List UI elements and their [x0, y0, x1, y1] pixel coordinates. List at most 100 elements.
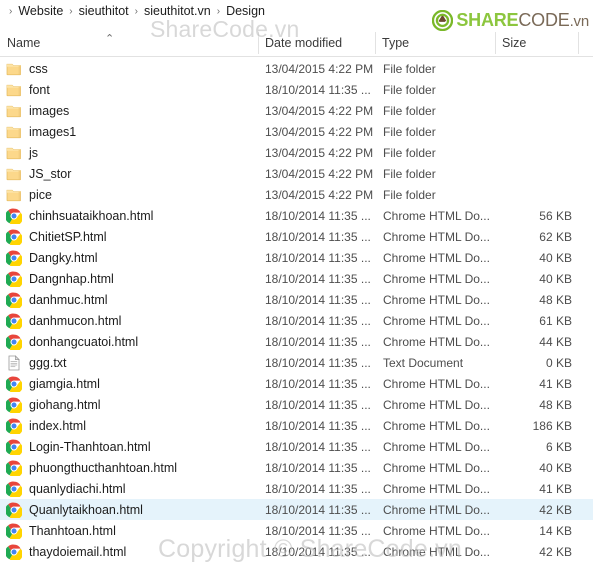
file-type-cell: Chrome HTML Do...	[383, 271, 490, 286]
file-name-label: Login-Thanhtoan.html	[29, 439, 151, 454]
file-name-cell[interactable]: phuongthucthanhtoan.html	[0, 457, 258, 478]
file-size-cell: 42 KB	[539, 502, 572, 517]
file-size-cell: 42 KB	[539, 544, 572, 559]
file-name-cell[interactable]: ggg.txt	[0, 352, 258, 373]
chrome-icon	[6, 271, 22, 287]
file-name-cell[interactable]: Login-Thanhtoan.html	[0, 436, 258, 457]
file-name-label: giamgia.html	[29, 376, 100, 391]
file-row[interactable]: chinhsuataikhoan.html 18/10/2014 11:35 ..…	[0, 205, 593, 226]
file-row[interactable]: Thanhtoan.html 18/10/2014 11:35 ... Chrome…	[0, 520, 593, 541]
file-row[interactable]: thaydoiemail.html 18/10/2014 11:35 ... Chr…	[0, 541, 593, 562]
file-row[interactable]: Login-Thanhtoan.html 18/10/2014 11:35 ...…	[0, 436, 593, 457]
file-row[interactable]: pice 13/04/2015 4:22 PM File folder	[0, 184, 593, 205]
file-name-cell[interactable]: giamgia.html	[0, 373, 258, 394]
file-name-cell[interactable]: font	[0, 79, 258, 100]
file-name-cell[interactable]: Dangky.html	[0, 247, 258, 268]
breadcrumb-item-design[interactable]: Design	[225, 0, 266, 23]
file-name-cell[interactable]: js	[0, 142, 258, 163]
folder-icon	[6, 63, 21, 75]
breadcrumb-item-website[interactable]: Website	[17, 0, 64, 23]
file-size-cell	[495, 163, 572, 184]
file-name-cell[interactable]: thaydoiemail.html	[0, 541, 258, 562]
file-name-cell[interactable]: Dangnhap.html	[0, 268, 258, 289]
file-name-cell[interactable]: quanlydiachi.html	[0, 478, 258, 499]
file-row[interactable]: danhmuc.html 18/10/2014 11:35 ... Chrome H…	[0, 289, 593, 310]
file-row[interactable]: css 13/04/2015 4:22 PM File folder	[0, 58, 593, 79]
file-size-cell: 48 KB	[539, 292, 572, 307]
folder-icon	[6, 105, 21, 117]
file-name-cell[interactable]: danhmuc.html	[0, 289, 258, 310]
column-divider-4[interactable]	[578, 32, 579, 54]
file-name-cell[interactable]: donhangcuatoi.html	[0, 331, 258, 352]
file-date-modified-cell: 13/04/2015 4:22 PM	[265, 145, 374, 160]
file-type-cell: Chrome HTML Do...	[383, 523, 490, 538]
column-header-name[interactable]: Name	[0, 29, 258, 56]
file-size-cell: 14 KB	[539, 523, 572, 538]
file-name-label: font	[29, 82, 50, 97]
file-name-cell[interactable]: giohang.html	[0, 394, 258, 415]
file-row[interactable]: images1 13/04/2015 4:22 PM File folder	[0, 121, 593, 142]
file-name-label: phuongthucthanhtoan.html	[29, 460, 178, 475]
column-header-date-label: Date modified	[265, 35, 343, 50]
file-name-label: quanlydiachi.html	[29, 481, 126, 496]
file-date-modified-cell: 18/10/2014 11:35 ...	[265, 397, 371, 412]
file-name-cell[interactable]: pice	[0, 184, 258, 205]
file-row[interactable]: donhangcuatoi.html 18/10/2014 11:35 ... Ch…	[0, 331, 593, 352]
file-row[interactable]: font 18/10/2014 11:35 ... File folder	[0, 79, 593, 100]
chrome-icon	[6, 271, 22, 287]
breadcrumb-item-sieuthitot[interactable]: sieuthitot	[78, 0, 130, 23]
folder-icon	[6, 126, 21, 138]
column-header-row: Name ⌃ Date modified Type Size	[0, 29, 593, 57]
file-name-cell[interactable]: Quanlytaikhoan.html	[0, 499, 258, 520]
breadcrumb-item-sieuthitot-vn[interactable]: sieuthitot.vn	[143, 0, 212, 23]
file-name-cell[interactable]: Thanhtoan.html	[0, 520, 258, 541]
file-size-cell: 41 KB	[539, 376, 572, 391]
file-date-modified-cell: 13/04/2015 4:22 PM	[265, 103, 374, 118]
file-name-cell[interactable]: index.html	[0, 415, 258, 436]
breadcrumb-separator: ›	[134, 6, 138, 17]
file-type-cell: Chrome HTML Do...	[383, 397, 490, 412]
file-size-cell: 48 KB	[539, 397, 572, 412]
file-row[interactable]: giamgia.html 18/10/2014 11:35 ... Chrome H…	[0, 373, 593, 394]
file-type-cell: Chrome HTML Do...	[383, 502, 490, 517]
file-size-cell: 56 KB	[539, 208, 572, 223]
file-name-cell[interactable]: danhmucon.html	[0, 310, 258, 331]
file-row[interactable]: ggg.txt 18/10/2014 11:35 ... Text Document…	[0, 352, 593, 373]
file-name-cell[interactable]: chinhsuataikhoan.html	[0, 205, 258, 226]
file-row[interactable]: phuongthucthanhtoan.html 18/10/2014 11:35…	[0, 457, 593, 478]
file-name-cell[interactable]: JS_stor	[0, 163, 258, 184]
file-size-cell	[495, 79, 572, 100]
file-row[interactable]: index.html 18/10/2014 11:35 ... Chrome HTM…	[0, 415, 593, 436]
file-row[interactable]: ChitietSP.html 18/10/2014 11:35 ... Chrome…	[0, 226, 593, 247]
folder-icon	[6, 187, 22, 203]
file-name-cell[interactable]: ChitietSP.html	[0, 226, 258, 247]
file-date-modified-cell: 18/10/2014 11:35 ...	[265, 418, 371, 433]
file-name-cell[interactable]: images	[0, 100, 258, 121]
column-header-type[interactable]: Type	[375, 29, 495, 56]
file-explorer-window: › Website › sieuthitot › sieuthitot.vn › Design…	[0, 0, 593, 576]
file-date-modified-cell: 18/10/2014 11:35 ...	[265, 229, 371, 244]
file-row[interactable]: JS_stor 13/04/2015 4:22 PM File folder	[0, 163, 593, 184]
chrome-icon	[6, 439, 22, 455]
file-size-cell: 6 KB	[545, 439, 572, 454]
file-name-cell[interactable]: css	[0, 58, 258, 79]
chrome-icon	[6, 502, 22, 518]
file-row[interactable]: js 13/04/2015 4:22 PM File folder	[0, 142, 593, 163]
file-date-modified-cell: 18/10/2014 11:35 ...	[265, 481, 371, 496]
file-row[interactable]: Dangky.html 18/10/2014 11:35 ... Chrome HT…	[0, 247, 593, 268]
file-row[interactable]: quanlydiachi.html 18/10/2014 11:35 ... Chr…	[0, 478, 593, 499]
file-name-cell[interactable]: images1	[0, 121, 258, 142]
file-row[interactable]: Dangnhap.html 18/10/2014 11:35 ... Chrome …	[0, 268, 593, 289]
file-date-modified-cell: 18/10/2014 11:35 ...	[265, 502, 371, 517]
column-header-size[interactable]: Size	[495, 29, 578, 56]
file-row[interactable]: danhmucon.html 18/10/2014 11:35 ... Chrome…	[0, 310, 593, 331]
file-row[interactable]: Quanlytaikhoan.html 18/10/2014 11:35 ... C…	[0, 499, 593, 520]
column-header-date-modified[interactable]: Date modified	[258, 29, 375, 56]
file-name-label: js	[29, 145, 39, 160]
column-header-type-label: Type	[382, 35, 410, 50]
file-row[interactable]: images 13/04/2015 4:22 PM File folder	[0, 100, 593, 121]
file-row[interactable]: giohang.html 18/10/2014 11:35 ... Chrome H…	[0, 394, 593, 415]
file-name-label: chinhsuataikhoan.html	[29, 208, 154, 223]
chrome-icon	[6, 397, 22, 413]
chrome-icon	[6, 460, 22, 476]
